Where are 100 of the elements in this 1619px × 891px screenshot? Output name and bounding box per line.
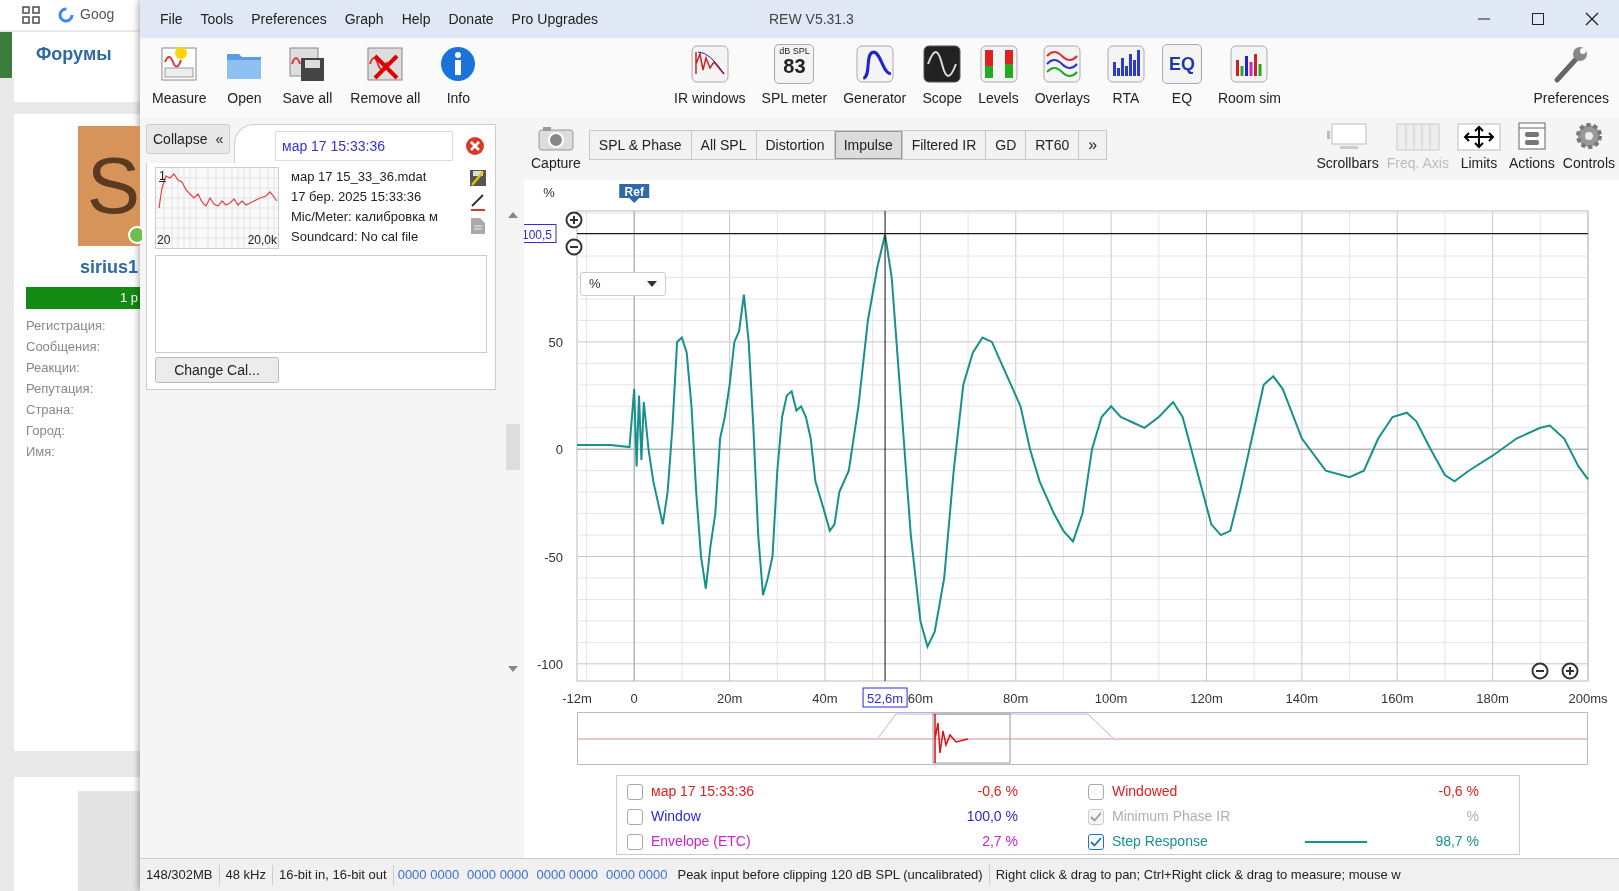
wave-lines-icon: [1042, 44, 1083, 84]
legend-label: Windowed: [1112, 782, 1178, 801]
measurement-info-text: мар 17 15_33_36.mdat: [291, 168, 428, 186]
status-text: 148/302MB: [140, 865, 220, 885]
apps-grid-icon[interactable]: [22, 5, 40, 24]
axis-tick-label: 140m: [1285, 691, 1319, 706]
panel-icon: [1516, 121, 1547, 151]
toolbar-button[interactable]: Overlays: [1030, 44, 1094, 109]
colored-bars-icon: [1229, 44, 1270, 84]
menu-item[interactable]: Donate: [448, 8, 494, 30]
gear-icon: [1573, 121, 1604, 151]
toolbar-button[interactable]: Generator: [839, 44, 911, 109]
checkbox[interactable]: [627, 833, 643, 850]
checkbox[interactable]: [1088, 833, 1104, 850]
toolbar-button[interactable]: Save all: [278, 44, 337, 109]
maximize-icon[interactable]: [1531, 12, 1545, 26]
legend-value: %: [1466, 807, 1480, 826]
axis-unit-label: %: [543, 185, 555, 200]
scroll-up-icon[interactable]: [508, 212, 518, 218]
toolbar-button[interactable]: Info: [434, 44, 483, 109]
toolbar-button[interactable]: Remove all: [346, 44, 425, 109]
axis-tick-label: -12m: [562, 691, 592, 706]
capture-button[interactable]: Capture: [531, 125, 581, 174]
menu-item[interactable]: Graph: [344, 8, 384, 30]
axis-tick-label: 200ms: [1568, 691, 1608, 706]
toolbar-button[interactable]: Scope: [918, 44, 967, 109]
status-text: Right click & drag to pan; Ctrl+Right click & drag to measure; mouse w: [994, 866, 1402, 885]
more-tabs-button[interactable]: »: [1079, 131, 1107, 159]
checkbox[interactable]: [1088, 783, 1104, 800]
axis-tick-label: 80m: [1003, 691, 1029, 706]
caret-icon: [647, 281, 657, 287]
graph-tab[interactable]: Impulse: [834, 131, 903, 159]
pen-icon[interactable]: [469, 193, 487, 211]
eq-icon: EQ: [1161, 44, 1202, 84]
status-text: Peak input before clipping 120 dB SPL (uncalibrated): [671, 865, 990, 885]
checkbox[interactable]: [627, 808, 643, 825]
measurement-name-field[interactable]: мар 17 15:33:36: [275, 131, 453, 161]
zoom-out-icon[interactable]: [565, 238, 583, 256]
toolbar-button[interactable]: Room sim: [1213, 44, 1285, 109]
close-icon[interactable]: [1585, 12, 1599, 26]
axis-tick-label: 120m: [1190, 691, 1223, 706]
axis-tick-label: -100: [536, 656, 563, 672]
legend-value: -0,6 %: [977, 782, 1019, 801]
menu-item[interactable]: File: [160, 8, 183, 30]
axis-tick-label: 20m: [716, 691, 743, 706]
trace-line-sample: [1305, 840, 1368, 843]
toolbar-button[interactable]: Open: [220, 44, 269, 109]
menu-item[interactable]: Pro Upgrades: [511, 8, 598, 30]
bookmark-label[interactable]: Goog: [80, 4, 115, 26]
menu-item[interactable]: Tools: [200, 8, 234, 30]
toolbar-button[interactable]: IR windows: [670, 44, 750, 109]
graph-tool-button[interactable]: Actions: [1508, 121, 1555, 174]
floppy-disk-pencil-icon[interactable]: [469, 169, 487, 187]
toolbar-button[interactable]: Levels: [974, 44, 1023, 109]
oscilloscope-icon: [922, 44, 963, 84]
unit-dropdown[interactable]: %: [580, 272, 666, 296]
zoom-out-icon[interactable]: [1531, 662, 1549, 680]
zoom-in-icon[interactable]: [565, 211, 583, 229]
scrollbar-thumb[interactable]: [506, 424, 520, 470]
status-text: 16-bit in, 16-bit out: [272, 865, 394, 885]
graph-tool-button[interactable]: Limits: [1456, 123, 1501, 174]
cursor-line[interactable]: [576, 233, 1589, 235]
scroll-down-icon[interactable]: [508, 666, 518, 672]
check-icon: [1090, 811, 1102, 822]
checkbox[interactable]: [627, 783, 643, 800]
measurement-info-text: Soundcard: No cal file: [291, 228, 420, 246]
zoom-in-icon[interactable]: [1561, 662, 1579, 680]
toolbar-button[interactable]: dB SPL 83 SPL meter: [757, 44, 832, 109]
legend-value: 2,7 %: [982, 832, 1019, 851]
waveform-icon: [689, 44, 730, 84]
axis-tick-label: -50: [544, 549, 563, 565]
reference-flag: Ref: [619, 184, 650, 203]
legend-value: 98,7 %: [1435, 832, 1480, 851]
graph-tool-button[interactable]: Controls: [1562, 121, 1615, 174]
graph-tool-button[interactable]: Scrollbars: [1316, 123, 1379, 174]
username[interactable]: sirius1: [80, 253, 140, 281]
toolbar-button[interactable]: RTA: [1101, 44, 1150, 109]
toolbar-button[interactable]: EQ EQ: [1157, 44, 1206, 109]
window-title: REW V5.31.3: [769, 9, 854, 29]
four-arrows-icon: [1456, 123, 1501, 151]
profile-field-label: Регистрация:: [26, 316, 107, 335]
meter-display-icon: dB SPL 83: [774, 44, 815, 84]
level-bars-icon: [978, 44, 1019, 84]
avatar: S: [78, 125, 140, 246]
profile-field-label: Имя:: [26, 442, 56, 461]
menu-item[interactable]: Help: [401, 8, 431, 30]
nav-tab[interactable]: Форумы: [36, 41, 112, 69]
menu-item[interactable]: Preferences: [251, 8, 327, 30]
monitor-icon: [1325, 123, 1370, 151]
notes-field[interactable]: [155, 255, 487, 353]
profile-field-label: Город:: [26, 421, 66, 440]
change-cal-button[interactable]: Change Cal...: [155, 357, 279, 383]
legend-label: Envelope (ETC): [651, 832, 751, 851]
toolbar-button[interactable]: Preferences: [1529, 44, 1613, 109]
legend-label: Window: [651, 807, 701, 826]
collapse-button[interactable]: Collapse «: [146, 124, 231, 154]
status-text: 48 kHz: [219, 865, 273, 885]
axis-tick-label: 0: [630, 691, 638, 706]
axis-tick-label: 0: [555, 442, 563, 458]
toolbar-button[interactable]: Measure: [148, 44, 211, 109]
